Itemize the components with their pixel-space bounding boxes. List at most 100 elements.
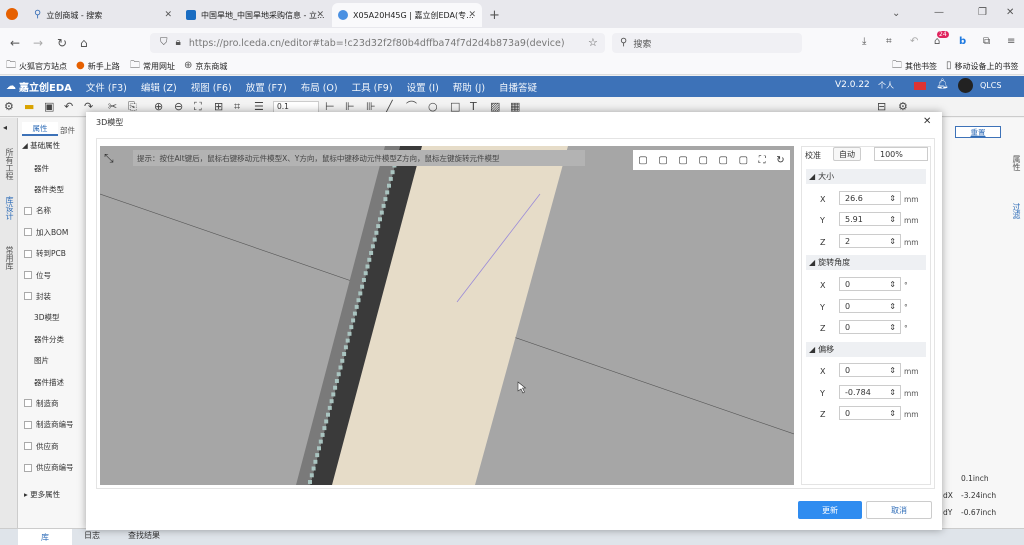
rotation-y-input[interactable]: 0 ⇕ <box>839 299 901 313</box>
checkbox[interactable] <box>24 206 32 215</box>
checkbox[interactable] <box>24 249 32 258</box>
common-library-tab[interactable]: 常用库 <box>4 246 15 270</box>
rotation-z-input[interactable]: 0 ⇕ <box>839 320 901 334</box>
browser-tab-3[interactable]: X05A20H45G | 嘉立创EDA(专... ✕ <box>332 3 482 27</box>
menu-help[interactable]: 帮助 (J) <box>453 80 485 94</box>
properties-side-tab[interactable]: 属性 <box>1011 155 1022 171</box>
stepper-icon[interactable]: ⇕ <box>889 323 896 332</box>
stepper-icon[interactable]: ⇕ <box>889 302 896 311</box>
forward-icon[interactable]: → <box>33 37 43 49</box>
menu-edit[interactable]: 编辑 (Z) <box>141 80 177 94</box>
offset-y-input[interactable]: -0.784 ⇕ <box>839 385 901 399</box>
filter-side-tab[interactable]: 过滤 <box>1011 203 1022 219</box>
more-properties[interactable]: ▸ 更多属性 <box>24 489 60 500</box>
property-row[interactable]: 制造商 <box>24 393 59 413</box>
select-tool-icon[interactable]: ⚙ <box>4 100 14 114</box>
rotation-section[interactable]: ◢ 旋转角度 <box>806 255 926 270</box>
bing-icon[interactable]: b <box>959 37 966 47</box>
reset-button[interactable]: 重置 <box>955 126 1001 138</box>
bookmark-item[interactable]: 🗀︎ 火狐官方站点 <box>6 59 67 73</box>
firefox-icon[interactable] <box>6 8 18 20</box>
browser-tab-2[interactable]: 中国旱地_中国旱地采购信息 - 立... ✕ <box>180 3 330 27</box>
checkbox[interactable] <box>24 271 32 279</box>
bell-icon[interactable]: 🔔︎ <box>936 80 949 90</box>
new-tab-icon[interactable]: + <box>489 9 500 22</box>
home-icon[interactable]: ⌂ <box>80 37 88 49</box>
property-row[interactable]: 3D模型 <box>34 308 60 328</box>
browser-tab-1[interactable]: ⚲ 立创商城 - 搜索 ✕ <box>28 3 178 27</box>
app-logo[interactable]: ☁ 嘉立创EDA <box>6 79 72 94</box>
gift-icon[interactable]: ⌂ <box>934 37 940 47</box>
property-row[interactable]: 器件 <box>34 158 49 178</box>
offset-z-input[interactable]: 0 ⇕ <box>839 406 901 420</box>
property-row[interactable]: 加入BOM <box>24 222 68 242</box>
checkbox[interactable] <box>24 420 32 429</box>
section-basic[interactable]: ◢ 基础属性 <box>22 140 60 151</box>
avatar[interactable] <box>958 78 973 93</box>
tab-list-icon[interactable]: ⌄ <box>892 9 900 19</box>
offset-x-input[interactable]: 0 ⇕ <box>839 363 901 377</box>
menu-file[interactable]: 文件 (F3) <box>86 80 127 94</box>
view-back-icon[interactable]: ▢ <box>658 155 667 166</box>
screenshot-icon[interactable]: ⌗ <box>886 37 892 47</box>
menu-view[interactable]: 视图 (F6) <box>191 80 232 94</box>
stepper-icon[interactable]: ⇕ <box>889 194 896 203</box>
bookmark-item[interactable]: ▯ 移动设备上的书签 <box>946 59 1019 73</box>
size-section[interactable]: ◢ 大小 <box>806 169 926 184</box>
all-projects-tab[interactable]: 所有工程 <box>4 148 15 180</box>
bookmark-item[interactable]: 🗀︎ 其他书签 <box>892 59 937 73</box>
tab-properties[interactable]: 属性 <box>22 122 58 136</box>
close-icon[interactable]: ✕ <box>468 10 476 20</box>
property-row[interactable]: 供应商编号 <box>24 458 74 478</box>
3d-viewport[interactable] <box>100 146 794 485</box>
property-row[interactable]: 器件分类 <box>34 329 64 349</box>
url-bar[interactable]: ⛉ 🔒︎ https://pro.lceda.cn/editor#tab=!c2… <box>150 33 605 53</box>
flag-icon[interactable] <box>914 82 926 90</box>
property-row[interactable]: 制造商编号 <box>24 415 74 435</box>
fullscreen-icon[interactable]: ⛶ <box>759 155 766 166</box>
stepper-icon[interactable]: ⇕ <box>889 237 896 246</box>
rotation-x-input[interactable]: 0 ⇕ <box>839 277 901 291</box>
menu-live[interactable]: 自播答疑 <box>499 80 537 94</box>
close-icon[interactable]: ✕ <box>923 116 931 127</box>
save-icon[interactable]: ▣ <box>44 100 54 114</box>
bookmark-item[interactable]: 🗀︎ 常用网址 <box>130 59 175 73</box>
checkbox[interactable] <box>24 399 32 408</box>
property-row[interactable]: 图片 <box>34 351 49 371</box>
reload-icon[interactable]: ↻ <box>57 37 67 49</box>
menu-tools[interactable]: 工具 (F9) <box>352 80 393 94</box>
cancel-button[interactable]: 取消 <box>866 501 932 519</box>
size-z-input[interactable]: 2 ⇕ <box>839 234 901 248</box>
menu-layout[interactable]: 布局 (O) <box>301 80 338 94</box>
menu-settings[interactable]: 设置 (I) <box>407 80 439 94</box>
minimize-icon[interactable]: — <box>934 8 944 18</box>
checkbox[interactable] <box>24 442 32 451</box>
menu-icon[interactable]: ≡ <box>1007 37 1015 47</box>
library-design-tab[interactable]: 库设计 <box>4 196 15 220</box>
property-row[interactable]: 转到PCB <box>24 244 66 264</box>
size-y-input[interactable]: 5.91 ⇕ <box>839 212 901 226</box>
bookmark-item[interactable]: ⊕ 京东商城 <box>184 59 227 73</box>
user-type[interactable]: 个人 <box>878 80 894 91</box>
property-row[interactable]: 供应商 <box>24 436 59 456</box>
view-bottom-icon[interactable]: ▢ <box>739 155 748 166</box>
tab-parts[interactable]: 部件 <box>60 125 75 136</box>
restore-icon[interactable]: ❐ <box>978 8 987 18</box>
collapse-view-icon[interactable]: ⤡ <box>104 151 114 166</box>
stepper-icon[interactable]: ⇕ <box>889 280 896 289</box>
stepper-icon[interactable]: ⇕ <box>889 409 896 418</box>
scale-input[interactable]: 100% <box>874 147 928 161</box>
size-x-input[interactable]: 26.6 ⇕ <box>839 191 901 205</box>
view-front-icon[interactable]: ▢ <box>638 155 647 166</box>
bottom-tab-library[interactable]: 库 <box>18 529 72 545</box>
username[interactable]: QLCS <box>980 81 1001 90</box>
auto-button[interactable]: 自动 <box>833 147 861 161</box>
property-row[interactable]: 器件类型 <box>34 179 64 199</box>
stepper-icon[interactable]: ⇕ <box>889 388 896 397</box>
view-top-icon[interactable]: ▢ <box>719 155 728 166</box>
view-left-icon[interactable]: ▢ <box>678 155 687 166</box>
stepper-icon[interactable]: ⇕ <box>889 366 896 375</box>
search-box[interactable]: ⚲ 搜索 <box>612 33 802 53</box>
open-folder-icon[interactable]: ▬ <box>24 100 34 114</box>
download-icon[interactable]: ⤓ <box>862 37 866 47</box>
